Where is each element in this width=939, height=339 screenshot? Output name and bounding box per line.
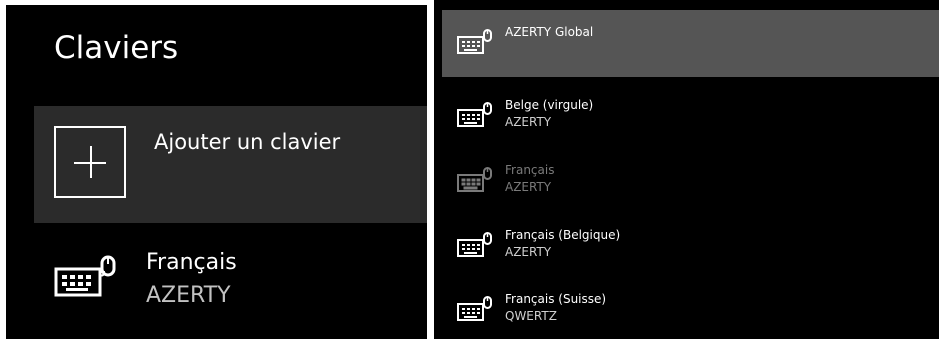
keyboard-name: Belge (virgule) bbox=[505, 98, 594, 112]
add-keyboard-label: Ajouter un clavier bbox=[154, 130, 341, 154]
page-title: Claviers bbox=[54, 30, 179, 66]
keyboard-name: Français (Belgique) bbox=[505, 228, 621, 242]
keyboard-icon bbox=[456, 28, 492, 60]
keyboard-list: AZERTY Global Belge (virgule) AZERTY Fra… bbox=[434, 0, 939, 339]
keyboard-layout: AZERTY bbox=[505, 115, 552, 129]
keyboard-option-azerty-global[interactable]: AZERTY Global bbox=[442, 10, 939, 77]
keyboard-name: Français bbox=[505, 163, 555, 177]
keyboard-option-francais-suisse[interactable]: Français (Suisse) QWERTZ bbox=[442, 277, 939, 339]
keyboard-name: Français (Suisse) bbox=[505, 292, 607, 306]
keyboard-option-francais-belgique[interactable]: Français (Belgique) AZERTY bbox=[442, 213, 939, 279]
keyboards-settings-panel: Claviers Ajouter un clavier Français AZE… bbox=[6, 5, 427, 339]
keyboard-layout: AZERTY bbox=[505, 180, 552, 194]
keyboard-layout: AZERTY bbox=[505, 245, 552, 259]
keyboard-icon bbox=[456, 231, 492, 263]
keyboard-icon bbox=[456, 101, 492, 133]
keyboard-icon bbox=[456, 295, 492, 327]
current-keyboard-name: Français bbox=[146, 250, 237, 275]
keyboard-option-belge-virgule[interactable]: Belge (virgule) AZERTY bbox=[442, 83, 939, 149]
keyboard-icon bbox=[456, 166, 492, 198]
add-keyboard-button[interactable]: Ajouter un clavier bbox=[34, 106, 427, 223]
keyboard-option-francais: Français AZERTY bbox=[442, 148, 939, 214]
keyboard-layout: QWERTZ bbox=[505, 309, 557, 323]
keyboard-name: AZERTY Global bbox=[505, 25, 594, 39]
current-keyboard-layout: AZERTY bbox=[146, 283, 231, 308]
keyboard-icon bbox=[52, 253, 116, 305]
plus-icon bbox=[54, 126, 126, 198]
